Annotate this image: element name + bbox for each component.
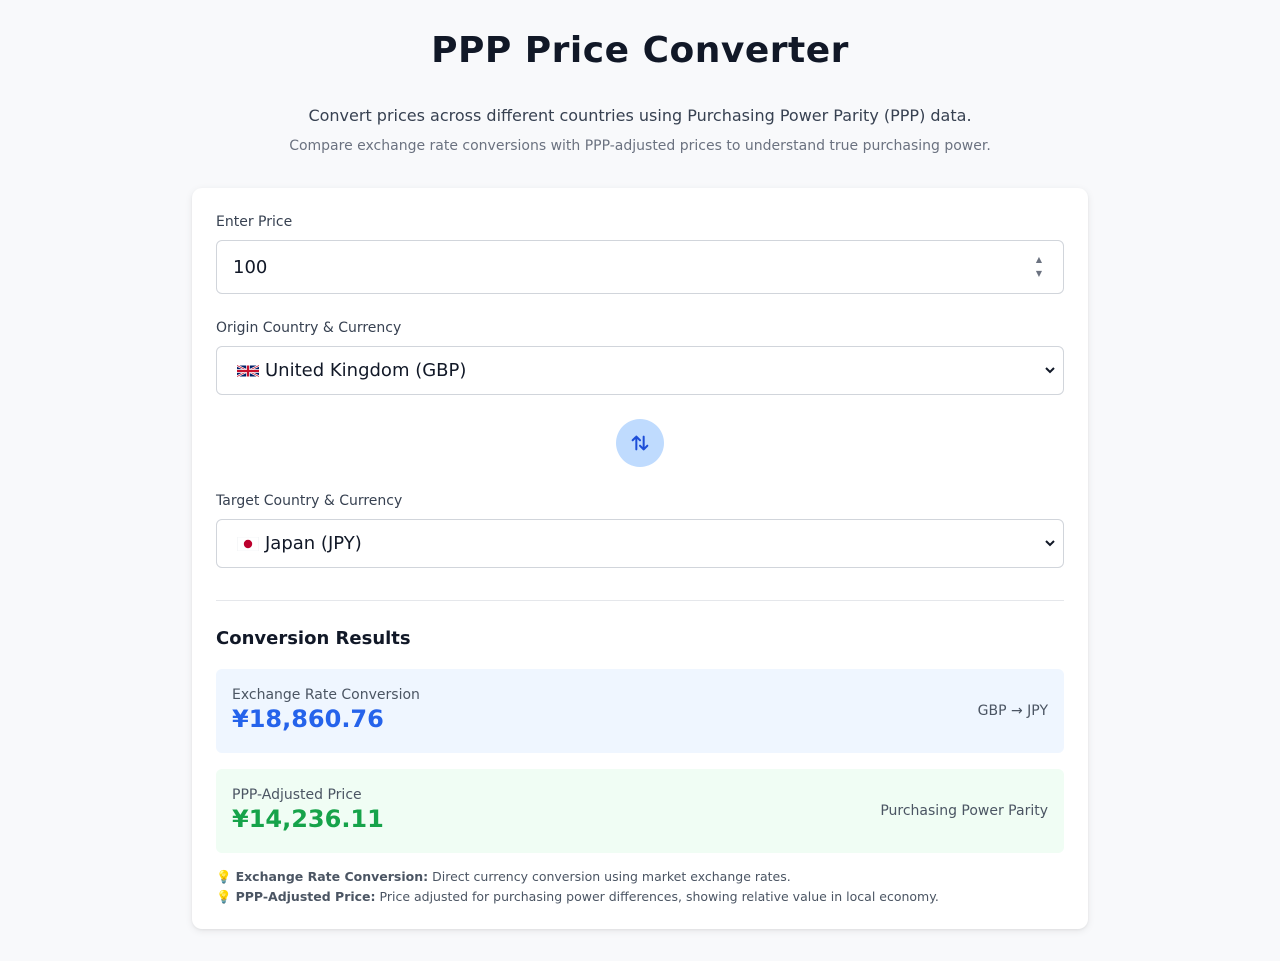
- note-term: Exchange Rate Conversion:: [235, 869, 429, 884]
- page: PPP Price Converter Convert prices acros…: [0, 0, 1280, 961]
- exchange-rate-result: Exchange Rate Conversion ¥18,860.76 GBP …: [216, 669, 1064, 753]
- page-description: Compare exchange rate conversions with P…: [289, 138, 991, 154]
- lightbulb-icon: 💡: [216, 889, 232, 904]
- page-subtitle: Convert prices across different countrie…: [308, 106, 972, 125]
- chevron-down-icon[interactable]: [1043, 536, 1057, 550]
- chevron-down-icon[interactable]: [1043, 363, 1057, 377]
- exchange-rate-label: Exchange Rate Conversion: [232, 687, 420, 703]
- currency-pair-label: GBP → JPY: [977, 703, 1048, 719]
- origin-label: Origin Country & Currency: [216, 320, 402, 336]
- target-label: Target Country & Currency: [216, 493, 403, 509]
- ppp-label: PPP-Adjusted Price: [232, 787, 362, 803]
- converter-card: Enter Price 100 ▲ ▼ Origin Country & Cur…: [192, 188, 1088, 929]
- japan-flag-icon: [237, 536, 259, 551]
- origin-select[interactable]: United Kingdom (GBP): [216, 346, 1064, 395]
- swap-arrows-icon: [631, 435, 649, 451]
- uk-flag-icon: [237, 364, 259, 378]
- price-input[interactable]: 100 ▲ ▼: [216, 240, 1064, 294]
- note-term: PPP-Adjusted Price:: [235, 889, 376, 904]
- results-title: Conversion Results: [216, 628, 411, 649]
- exchange-rate-value: ¥18,860.76: [232, 705, 384, 733]
- price-input-value: 100: [233, 256, 268, 278]
- lightbulb-icon: 💡: [216, 869, 232, 884]
- ppp-value: ¥14,236.11: [232, 805, 384, 833]
- note-text: Price adjusted for purchasing power diff…: [379, 889, 939, 904]
- chevron-up-icon[interactable]: ▲: [1036, 255, 1042, 265]
- note-ppp: 💡 PPP-Adjusted Price: Price adjusted for …: [216, 889, 939, 905]
- target-select[interactable]: Japan (JPY): [216, 519, 1064, 568]
- chevron-down-icon[interactable]: ▼: [1036, 269, 1042, 279]
- swap-button[interactable]: [616, 419, 664, 467]
- note-text: Direct currency conversion using market …: [432, 869, 791, 884]
- price-stepper[interactable]: ▲ ▼: [1033, 255, 1045, 279]
- origin-select-value: United Kingdom (GBP): [265, 360, 467, 381]
- note-exchange: 💡 Exchange Rate Conversion: Direct curren…: [216, 869, 791, 885]
- ppp-side-label: Purchasing Power Parity: [880, 803, 1048, 819]
- price-label: Enter Price: [216, 214, 293, 230]
- target-select-value: Japan (JPY): [265, 533, 362, 554]
- ppp-result: PPP-Adjusted Price ¥14,236.11 Purchasing…: [216, 769, 1064, 853]
- page-title: PPP Price Converter: [431, 30, 849, 71]
- divider: [216, 600, 1064, 601]
